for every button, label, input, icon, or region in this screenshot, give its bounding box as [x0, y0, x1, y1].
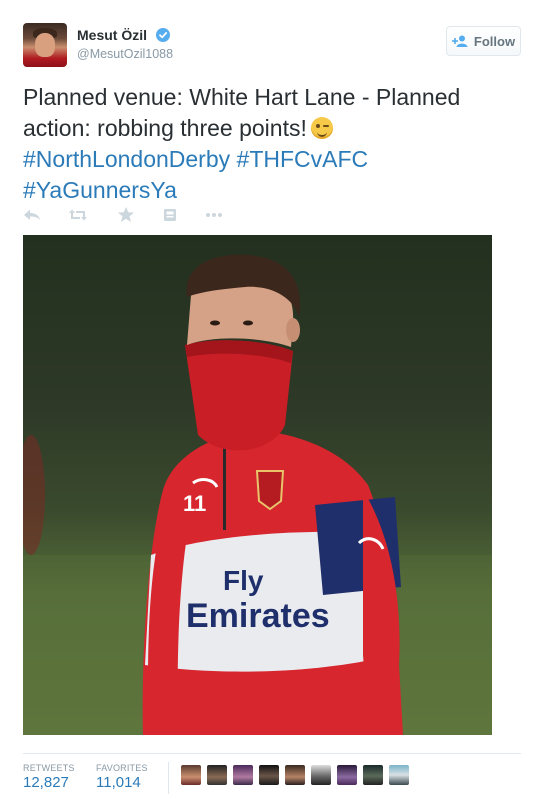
display-name[interactable]: Mesut Özil: [77, 27, 147, 43]
more-icon[interactable]: [204, 206, 224, 224]
favoriter-avatar[interactable]: [233, 765, 253, 785]
reply-icon[interactable]: [23, 206, 41, 224]
favoriter-avatar[interactable]: [337, 765, 357, 785]
tweet-line-2: action: robbing three points!: [23, 113, 523, 144]
tweet: Mesut Özil @MesutOzil1088 Follow Planned…: [0, 0, 545, 800]
favorite-icon[interactable]: [117, 206, 135, 224]
tweet-photo[interactable]: Fly Emirates 11: [23, 235, 492, 735]
verified-icon: [156, 28, 170, 42]
tweet-line-4: #YaGunnersYa: [23, 175, 523, 206]
favoriter-avatar[interactable]: [363, 765, 383, 785]
stats-separator: [168, 762, 169, 794]
kit-sponsor-fly: Fly: [223, 565, 264, 596]
save-icon[interactable]: [161, 206, 179, 224]
club-crest-icon: [255, 470, 285, 511]
retweets-count[interactable]: 12,827: [23, 774, 69, 791]
hashtag-thfcvafc[interactable]: #THFCvAFC: [237, 146, 369, 172]
add-user-icon: [451, 35, 468, 47]
favoriter-avatar[interactable]: [181, 765, 201, 785]
kit-number: 11: [183, 491, 206, 516]
tweet-text: Planned venue: White Hart Lane - Planned…: [23, 82, 523, 206]
tweet-line-3: #NorthLondonDerby #THFCvAFC: [23, 144, 523, 175]
favoriter-avatar[interactable]: [259, 765, 279, 785]
favoriter-avatar[interactable]: [311, 765, 331, 785]
retweet-icon[interactable]: [69, 206, 87, 224]
favoriter-avatar[interactable]: [285, 765, 305, 785]
follow-button-label: Follow: [473, 33, 516, 49]
tweet-line-2-text: action: robbing three points!: [23, 115, 307, 141]
follow-button[interactable]: Follow: [446, 26, 521, 56]
kit-sponsor-emirates: Emirates: [186, 597, 330, 635]
stats-divider-top: [23, 753, 521, 754]
favorites-label: FAVORITES: [96, 763, 148, 773]
favoriter-avatar[interactable]: [207, 765, 227, 785]
winking-face-emoji-icon: [310, 117, 333, 139]
favoriter-avatar[interactable]: [389, 765, 409, 785]
avatar-face: [35, 33, 55, 57]
hashtag-north-london-derby[interactable]: #NorthLondonDerby: [23, 146, 230, 172]
retweets-label: RETWEETS: [23, 763, 75, 773]
hashtag-yagunnersya[interactable]: #YaGunnersYa: [23, 177, 177, 203]
tweet-line-1: Planned venue: White Hart Lane - Planned: [23, 84, 461, 110]
avatar[interactable]: [23, 23, 67, 67]
player-illustration: Fly Emirates 11: [23, 254, 492, 735]
screen-name[interactable]: @MesutOzil1088: [77, 47, 173, 61]
favorites-count[interactable]: 11,014: [96, 774, 141, 791]
